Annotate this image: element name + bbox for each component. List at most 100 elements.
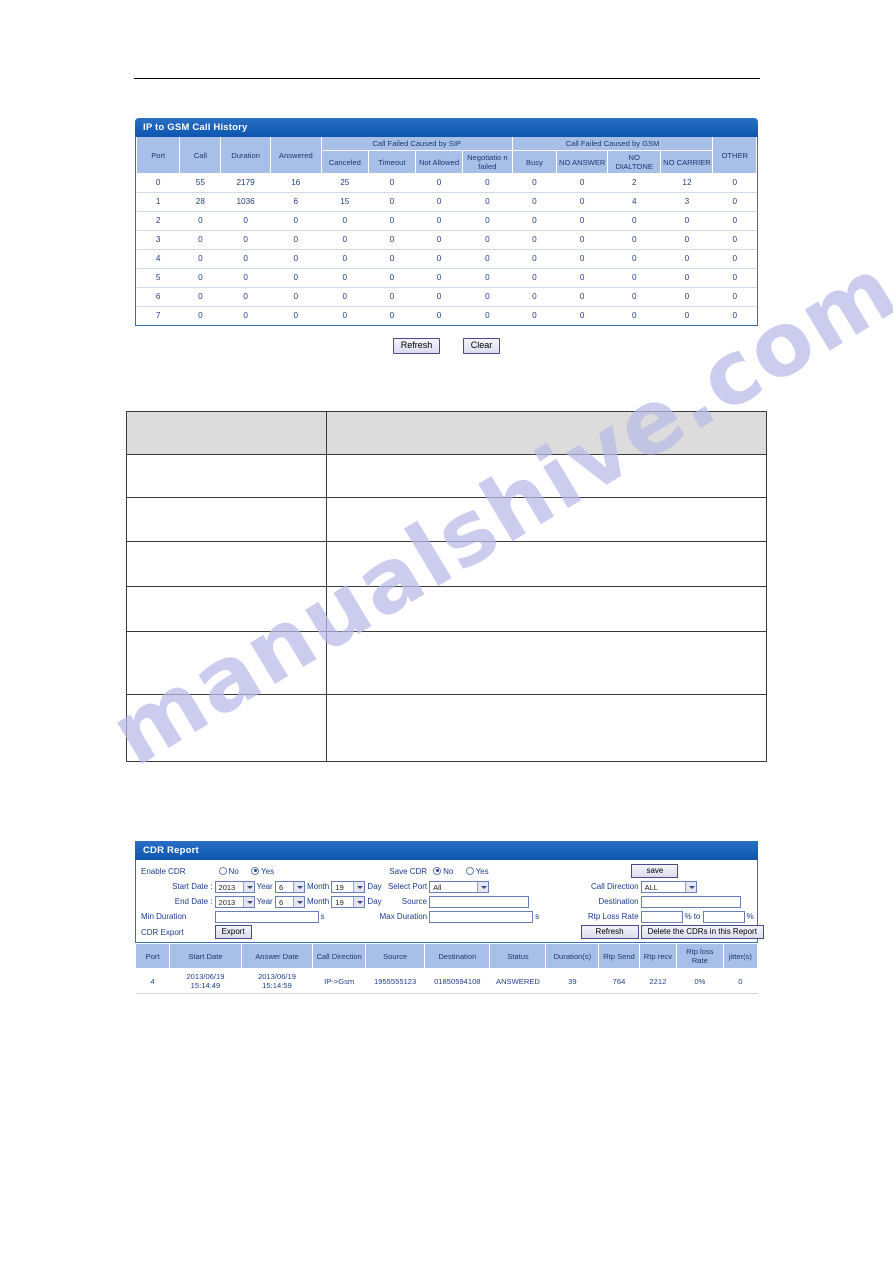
save-cdr-yes-label: Yes bbox=[475, 866, 489, 876]
clear-button[interactable]: Clear bbox=[462, 338, 501, 354]
cell-value: 0 bbox=[415, 230, 463, 250]
delete-cdr-cell: Delete the CDRs in this Report bbox=[640, 924, 764, 940]
cdr-report-form: Enable CDR No Yes Save CDR No Yes save S… bbox=[135, 860, 764, 943]
cell-value: 0 bbox=[270, 287, 322, 307]
refresh-button[interactable]: Refresh bbox=[392, 338, 441, 354]
cdr-results-header-row: Port Start Date Answer Date Call Direction S… bbox=[134, 943, 759, 969]
cell-value: 0 bbox=[415, 287, 463, 307]
table-row: 2000000000000 bbox=[136, 211, 757, 231]
end-date-label: End Date : bbox=[174, 897, 213, 906]
cell-value: 0 bbox=[712, 287, 757, 307]
cell-value: 0 bbox=[462, 230, 513, 250]
rtp-loss-rate-to-word: to bbox=[693, 912, 701, 921]
start-date-year-unit: Year bbox=[256, 882, 273, 891]
cdr-form-row-duration: Min Duration s Max Duration s Rtp Loss R… bbox=[140, 909, 754, 924]
enable-cdr-radios: No Yes bbox=[214, 863, 352, 879]
enable-cdr-yes-radio[interactable] bbox=[251, 866, 260, 875]
save-cdr-no-label: No bbox=[443, 866, 454, 876]
chevron-down-icon bbox=[353, 896, 365, 907]
cell-value: 0 bbox=[660, 249, 713, 269]
cell-value: 0 bbox=[220, 230, 271, 250]
cell-value: 0 bbox=[220, 306, 271, 325]
call-history-body-rows: 0 55 2179 16 25 0 0 0 0 0 2 12 0 1 28 1036 6 15 0 0 0 0 0 4 3 0 2 0… bbox=[136, 173, 757, 325]
cell-value: 0 bbox=[270, 230, 322, 250]
cell-value: 0 bbox=[462, 268, 513, 288]
max-duration-input[interactable] bbox=[429, 910, 534, 923]
cdr-column-header: Rtp loss Rate bbox=[676, 943, 724, 969]
start-date-month-value: 6 bbox=[278, 882, 284, 892]
end-date-day-select[interactable]: 19 bbox=[331, 895, 366, 908]
cell-value: 0 bbox=[368, 211, 416, 231]
refresh-cdr-button[interactable]: Refresh bbox=[580, 925, 639, 939]
end-date-year-select[interactable]: 2013 bbox=[214, 895, 255, 908]
rtp-loss-rate-pct-2: % bbox=[746, 912, 754, 921]
start-date-day-unit: Day bbox=[367, 882, 382, 891]
cdr-report-panel: CDR Report Enable CDR No Yes Save CDR No… bbox=[134, 841, 764, 994]
cdr-form-row-end-date: End Date : 2013 Year 6 Month 19 Day Source … bbox=[140, 894, 753, 909]
cell-value: 0 bbox=[179, 230, 221, 250]
description-cell bbox=[326, 541, 767, 587]
end-date-year-value: 2013 bbox=[218, 897, 236, 907]
cell-value: 0 bbox=[321, 268, 369, 288]
cdr-results-body: 4 2013/06/19 15:14:49 2013/06/19 15:14:59 IP-… bbox=[135, 968, 758, 994]
cell-value: 0 bbox=[415, 192, 463, 212]
rtp-loss-rate-to-input[interactable] bbox=[702, 910, 745, 923]
chevron-down-icon bbox=[353, 881, 365, 892]
delete-cdrs-button[interactable]: Delete the CDRs in this Report bbox=[640, 925, 764, 939]
cell-value: 0 bbox=[368, 268, 416, 288]
col-busy: Busy bbox=[511, 150, 558, 174]
cell-port: 5 bbox=[136, 268, 180, 288]
cdr-column-header: Answer Date bbox=[240, 943, 314, 969]
cell-value: 0 bbox=[660, 306, 713, 325]
source-input[interactable] bbox=[429, 895, 530, 908]
save-cdr-no-radio[interactable] bbox=[433, 866, 442, 875]
cell-value: 0 bbox=[512, 230, 557, 250]
end-date-month-select[interactable]: 6 bbox=[274, 895, 305, 908]
chevron-down-icon bbox=[292, 896, 304, 907]
description-header-cell bbox=[125, 411, 328, 455]
save-button[interactable]: save bbox=[631, 864, 679, 878]
rtp-loss-rate-from-input[interactable] bbox=[640, 910, 683, 923]
cell-value: 0 bbox=[512, 249, 557, 269]
cdr-form-row-start-date: Start Date : 2013 Year 6 Month 19 Day Selec… bbox=[140, 879, 753, 894]
col-port: Port bbox=[135, 137, 181, 174]
chevron-down-icon bbox=[242, 896, 254, 907]
cell-value: 6 bbox=[270, 192, 322, 212]
cdr-column-header: Rtp Send bbox=[598, 943, 640, 969]
cell-value: 0 bbox=[179, 268, 221, 288]
table-row bbox=[125, 454, 767, 498]
cell-value: 0 bbox=[712, 230, 757, 250]
col-no-dialtone: NO DIALTONE bbox=[607, 150, 662, 174]
start-date-day-select[interactable]: 19 bbox=[331, 880, 366, 893]
min-duration-input[interactable] bbox=[214, 910, 319, 923]
cell-value: 0 bbox=[270, 249, 322, 269]
cell-value: 0 bbox=[512, 268, 557, 288]
save-cdr-yes-radio[interactable] bbox=[465, 866, 474, 875]
cell-value: 0 bbox=[712, 192, 757, 212]
cell-value: 1036 bbox=[220, 192, 271, 212]
call-history-panel: IP to GSM Call History Port Call Duratio… bbox=[135, 118, 758, 326]
cell-value: 0 bbox=[415, 306, 463, 325]
cell-value: 0 bbox=[660, 268, 713, 288]
export-button[interactable]: Export bbox=[214, 925, 252, 939]
destination-label: Destination bbox=[598, 897, 639, 906]
rtp-loss-rate-cell: % to % bbox=[640, 909, 754, 924]
start-date-month-select[interactable]: 6 bbox=[274, 880, 305, 893]
col-other: OTHER bbox=[712, 137, 757, 174]
enable-cdr-no-radio[interactable] bbox=[218, 866, 227, 875]
select-port-select[interactable]: All bbox=[429, 880, 490, 893]
destination-input[interactable] bbox=[640, 895, 741, 908]
call-direction-select[interactable]: ALL bbox=[640, 880, 697, 893]
cell-value: 0 bbox=[462, 287, 513, 307]
start-date-year-select[interactable]: 2013 bbox=[214, 880, 255, 893]
enable-cdr-yes-label: Yes bbox=[261, 866, 275, 876]
table-row: 7000000000000 bbox=[136, 306, 757, 325]
cell-value: 0 bbox=[512, 173, 557, 193]
cell-value: 15 bbox=[321, 192, 369, 212]
chevron-down-icon bbox=[477, 881, 489, 892]
min-duration-unit: s bbox=[320, 912, 325, 921]
save-button-cell: save bbox=[557, 863, 753, 879]
call-direction-cell: ALL bbox=[640, 879, 753, 894]
cell-value: 0 bbox=[368, 306, 416, 325]
end-date-month-value: 6 bbox=[278, 897, 284, 907]
